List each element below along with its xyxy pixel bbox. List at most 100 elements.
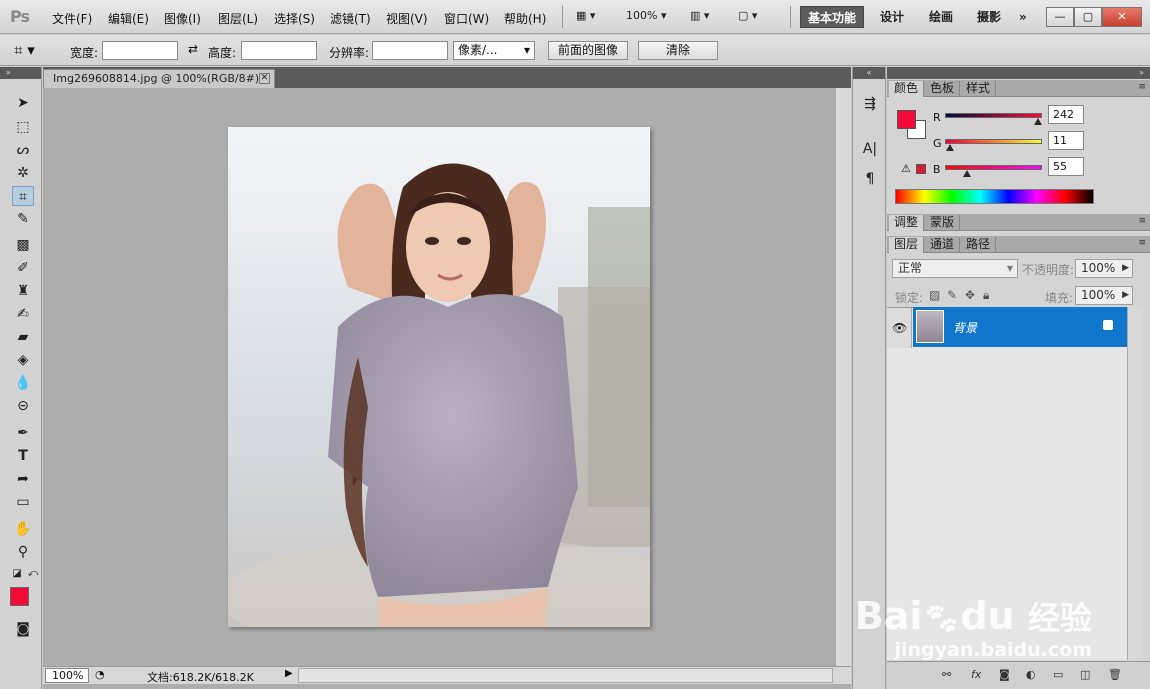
channel-b-slider[interactable]	[945, 165, 1042, 177]
layer-style-icon[interactable]: fx	[971, 668, 981, 681]
layer-mask-icon[interactable]: ◙	[999, 668, 1010, 681]
menu-file[interactable]: 文件(F)	[52, 10, 92, 27]
opacity-input[interactable]: 100% ▶	[1075, 259, 1133, 278]
history-brush-tool-icon[interactable]: ✍	[12, 304, 34, 324]
status-zoom-input[interactable]: 100%	[45, 668, 89, 683]
channel-r-value[interactable]: 242	[1048, 105, 1084, 124]
channel-b-value[interactable]: 55	[1048, 157, 1084, 176]
quick-select-tool-icon[interactable]: ✲	[12, 163, 34, 183]
menu-select[interactable]: 选择(S)	[274, 10, 315, 27]
toolbox-grip[interactable]: »	[0, 67, 41, 79]
move-tool-icon[interactable]: ➤	[12, 93, 34, 113]
maximize-icon[interactable]: ▢	[1074, 7, 1102, 27]
channel-g-slider[interactable]	[945, 139, 1042, 151]
tab-swatches[interactable]: 色板	[925, 81, 961, 97]
menu-image[interactable]: 图像(I)	[164, 10, 201, 27]
status-info-icon[interactable]: ◔	[95, 668, 105, 681]
horizontal-scrollbar[interactable]	[298, 668, 833, 683]
slider-thumb[interactable]	[963, 170, 972, 177]
fill-arrow-icon[interactable]: ▶	[1122, 287, 1129, 304]
height-input[interactable]	[241, 41, 317, 60]
shape-tool-icon[interactable]: ▭	[12, 492, 34, 512]
foreground-color-swatch[interactable]	[10, 587, 29, 606]
workspace-more-icon[interactable]: »	[1012, 6, 1034, 28]
close-icon[interactable]: ✕	[1102, 7, 1142, 27]
tab-styles[interactable]: 样式	[961, 81, 997, 97]
resolution-unit-select[interactable]: 像素/... ▾	[453, 41, 535, 60]
minimize-icon[interactable]: —	[1046, 7, 1074, 27]
paragraph-panel-icon[interactable]: ¶	[861, 169, 879, 189]
document-image[interactable]	[228, 127, 650, 627]
history-panel-icon[interactable]: ⇶	[861, 94, 879, 114]
channel-r-slider[interactable]	[945, 113, 1043, 125]
canvas[interactable]	[43, 88, 835, 666]
resolution-input[interactable]	[372, 41, 448, 60]
pen-tool-icon[interactable]: ✒	[12, 423, 34, 443]
close-tab-icon[interactable]: ✕	[259, 73, 270, 84]
dock-grip[interactable]: «	[853, 67, 885, 79]
lock-transparent-icon[interactable]: ▨	[929, 288, 940, 302]
zoom-tool-icon[interactable]: ⚲	[12, 542, 34, 562]
gamut-swatch[interactable]	[916, 164, 926, 174]
workspace-design[interactable]: 设计	[873, 6, 911, 28]
lock-pixels-icon[interactable]: ✎	[947, 288, 957, 302]
menu-view[interactable]: 视图(V)	[386, 10, 428, 27]
dodge-tool-icon[interactable]: ⊝	[12, 396, 34, 416]
channel-g-value[interactable]: 11	[1048, 131, 1084, 150]
lock-all-icon[interactable]: 🔒︎	[983, 288, 989, 303]
swap-colors-icon[interactable]: ⤺	[22, 564, 44, 584]
type-tool-icon[interactable]: T	[12, 446, 34, 466]
eraser-tool-icon[interactable]: ▰	[12, 327, 34, 347]
color-spectrum-bar[interactable]	[895, 189, 1094, 204]
workspace-photography[interactable]: 摄影	[970, 6, 1008, 28]
path-select-tool-icon[interactable]: ➦	[12, 469, 34, 489]
blend-mode-select[interactable]: 正常 ▾	[892, 259, 1018, 278]
tab-paths[interactable]: 路径	[961, 237, 997, 253]
width-input[interactable]	[102, 41, 178, 60]
vertical-scrollbar[interactable]	[835, 88, 851, 666]
workspace-essentials[interactable]: 基本功能	[800, 6, 865, 28]
marquee-tool-icon[interactable]: ⬚	[12, 117, 34, 137]
launch-bridge-icon[interactable]: ▦ ▾	[576, 9, 595, 22]
panel-menu-icon[interactable]: ≡	[1138, 216, 1146, 226]
tab-channels[interactable]: 通道	[925, 237, 961, 253]
crop-tool-icon[interactable]: ⌗ ▾	[14, 41, 35, 59]
panel-foreground-swatch[interactable]	[897, 110, 916, 129]
character-panel-icon[interactable]: A|	[861, 139, 879, 159]
new-layer-icon[interactable]: ◫	[1080, 668, 1090, 681]
tab-adjustments[interactable]: 调整	[889, 215, 925, 231]
arrange-documents-icon[interactable]: ▥ ▾	[690, 9, 709, 22]
menu-layer[interactable]: 图层(L)	[218, 10, 258, 27]
blur-tool-icon[interactable]: 💧	[12, 373, 34, 393]
menu-filter[interactable]: 滤镜(T)	[330, 10, 371, 27]
eye-icon[interactable]: 👁︎	[892, 321, 907, 335]
status-menu-arrow-icon[interactable]: ▶	[285, 668, 293, 679]
menu-help[interactable]: 帮助(H)	[504, 10, 546, 27]
tab-color[interactable]: 颜色	[889, 81, 925, 97]
adjustment-layer-icon[interactable]: ◐	[1026, 668, 1036, 681]
brush-tool-icon[interactable]: ✐	[12, 258, 34, 278]
menu-window[interactable]: 窗口(W)	[444, 10, 489, 27]
delete-layer-icon[interactable]: 🗑︎	[1108, 668, 1122, 681]
new-group-icon[interactable]: ▭	[1053, 668, 1063, 681]
fill-input[interactable]: 100% ▶	[1075, 286, 1133, 305]
panel-menu-icon[interactable]: ≡	[1138, 82, 1146, 92]
swap-icon[interactable]: ⇄	[188, 42, 198, 56]
opacity-arrow-icon[interactable]: ▶	[1122, 260, 1129, 277]
layer-row[interactable]: 背景	[913, 307, 1127, 347]
layers-scrollbar[interactable]	[1127, 307, 1143, 660]
slider-thumb[interactable]	[1034, 118, 1043, 125]
lock-position-icon[interactable]: ✥	[965, 288, 975, 302]
tab-masks[interactable]: 蒙版	[925, 215, 961, 231]
menu-edit[interactable]: 编辑(E)	[108, 10, 149, 27]
document-tab[interactable]: Img269608814.jpg @ 100%(RGB/8#) ✕	[43, 69, 275, 88]
healing-brush-tool-icon[interactable]: ▩	[12, 235, 34, 255]
hand-tool-icon[interactable]: ✋	[12, 519, 34, 539]
lasso-tool-icon[interactable]: ᔕ	[12, 140, 34, 160]
clone-stamp-tool-icon[interactable]: ♜	[12, 281, 34, 301]
panel-menu-icon[interactable]: ≡	[1138, 238, 1146, 248]
crop-tool-icon[interactable]: ⌗	[12, 186, 34, 206]
front-image-button[interactable]: 前面的图像	[548, 41, 628, 60]
link-layers-icon[interactable]: ⚯	[942, 668, 951, 681]
quick-mask-icon[interactable]: ◙	[12, 619, 34, 639]
